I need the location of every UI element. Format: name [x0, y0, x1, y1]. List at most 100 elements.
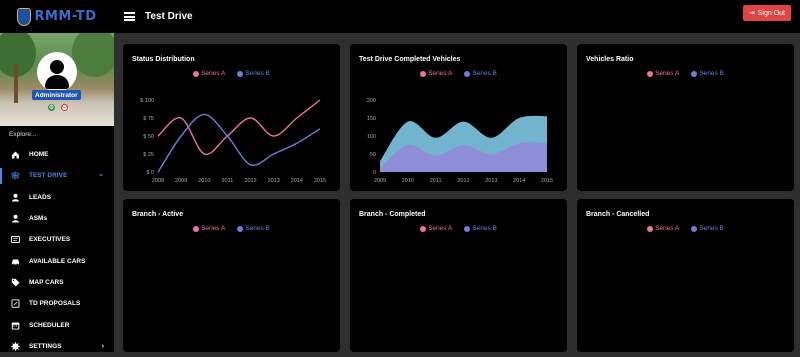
legend-item[interactable]: Series B	[464, 225, 497, 232]
legend-label: Series A	[201, 225, 226, 232]
x-tick-label: 2015	[314, 178, 326, 184]
card-branch-active: Branch - Active Series A Series B	[123, 199, 340, 352]
sidebar-item-label: SETTINGS	[29, 342, 62, 350]
sidebar-item-label: MAP CARS	[29, 278, 64, 286]
sidebar-item-label: LEADS	[29, 193, 52, 201]
legend-dot-icon	[237, 70, 244, 77]
id-card-icon	[10, 235, 20, 244]
avatar[interactable]	[37, 52, 77, 92]
page-title: Test Drive	[145, 11, 193, 22]
y-tick-label: $ 100	[140, 98, 154, 104]
x-tick-label: 2010	[198, 178, 210, 184]
legend-label: Series A	[201, 70, 226, 77]
chart-legend: Series A Series B	[350, 225, 567, 232]
top-bar: RMM-TD Test Drive ⇥ Sign Out	[0, 0, 800, 33]
legend-label: Series B	[699, 70, 724, 77]
x-tick-label: 2010	[402, 178, 414, 184]
x-tick-label: 2014	[513, 178, 525, 184]
legend-item[interactable]: Series A	[420, 225, 452, 232]
map-signs-icon	[10, 171, 20, 180]
card-title: Vehicles Ratio	[586, 56, 634, 63]
x-tick-label: 2015	[541, 178, 553, 184]
legend-label: Series A	[655, 225, 680, 232]
sidebar-item-available-cars[interactable]: AVAILABLE CARS	[0, 250, 114, 271]
legend-item[interactable]: Series B	[237, 225, 270, 232]
chart-legend: Series A Series B	[123, 70, 340, 77]
user-icon	[10, 214, 20, 223]
legend-item[interactable]: Series A	[420, 70, 452, 77]
legend-dot-icon	[691, 225, 698, 232]
legend-dot-icon	[464, 70, 471, 77]
sign-out-icon: ⇥	[748, 10, 755, 17]
chart-legend: Series A Series B	[577, 70, 794, 77]
legend-item[interactable]: Series B	[464, 70, 497, 77]
sidebar-nav: HOME TEST DRIVE ⌄ LEADS ASMs EXECUTIVES AVAILA…	[0, 144, 114, 357]
legend-dot-icon	[647, 70, 654, 77]
series-line-b	[157, 113, 321, 173]
sidebar-item-test-drive[interactable]: TEST DRIVE ⌄	[0, 165, 114, 186]
series-line-a	[157, 99, 321, 156]
legend-item[interactable]: Series A	[193, 225, 225, 232]
card-title: Branch - Active	[132, 211, 184, 218]
chart-legend: Series A Series B	[350, 70, 567, 77]
legend-dot-icon	[420, 70, 427, 77]
card-title: Test Drive Completed Vehicles	[359, 56, 461, 63]
sidebar-item-map-cars[interactable]: MAP CARS	[0, 272, 114, 293]
sidebar-item-label: AVAILABLE CARS	[29, 257, 86, 265]
legend-item[interactable]: Series A	[647, 225, 679, 232]
y-tick-label: $ 75	[143, 116, 154, 122]
x-tick-label: 2009	[175, 178, 187, 184]
sidebar-item-scheduler[interactable]: SCHEDULER	[0, 314, 114, 335]
gear-icon	[10, 342, 20, 351]
card-title: Status Distribution	[132, 56, 195, 63]
sidebar-item-label: HOME	[29, 151, 49, 159]
y-tick-label: $ 0	[146, 170, 154, 176]
card-title: Branch - Completed	[359, 211, 426, 218]
sign-out-button[interactable]: ⇥ Sign Out	[742, 5, 791, 21]
legend-label: Series A	[428, 70, 453, 77]
legend-item[interactable]: Series B	[691, 70, 724, 77]
legend-item[interactable]: Series B	[237, 70, 270, 77]
legend-label: Series B	[699, 225, 724, 232]
card-branch-cancelled: Branch - Cancelled Series A Series B	[577, 199, 794, 352]
chart-svg: 0 50 100 150 200 2009 2010 2011 2012 2013 2014 2015	[367, 98, 553, 184]
sidebar-item-executives[interactable]: EXECUTIVES	[0, 229, 114, 250]
profile-panel: Administrator ⚙ ⏻	[0, 33, 114, 126]
sidebar-item-asms[interactable]: ASMs	[0, 208, 114, 229]
legend-item[interactable]: Series B	[691, 225, 724, 232]
x-tick-label: 2011	[430, 178, 442, 184]
app-logo[interactable]: RMM-TD	[0, 0, 114, 33]
sidebar-item-settings[interactable]: SETTINGS ›	[0, 336, 114, 357]
sidebar-item-label: ASMs	[29, 215, 48, 223]
menu-toggle-icon[interactable]	[124, 12, 135, 21]
legend-item[interactable]: Series A	[193, 70, 225, 77]
x-tick-label: 2009	[374, 178, 386, 184]
power-icon[interactable]: ⏻	[61, 104, 68, 111]
explore-label: Explore...	[9, 131, 37, 138]
legend-dot-icon	[193, 70, 200, 77]
sidebar-item-td-proposals[interactable]: TD PROPOSALS	[0, 293, 114, 314]
sidebar-item-home[interactable]: HOME	[0, 144, 114, 165]
legend-dot-icon	[420, 225, 427, 232]
x-tick-label: 2011	[222, 178, 234, 184]
y-tick-label: $ 50	[143, 134, 154, 140]
sidebar-item-leads[interactable]: LEADS	[0, 187, 114, 208]
car-icon	[10, 257, 20, 266]
card-test-drive-completed: Test Drive Completed Vehicles Series A Ser…	[350, 44, 567, 191]
legend-label: Series B	[472, 70, 497, 77]
tag-icon	[10, 278, 20, 287]
profile-settings-icon[interactable]: ⚙	[48, 104, 55, 111]
logo-emblem-icon	[17, 7, 32, 26]
legend-item[interactable]: Series A	[647, 70, 679, 77]
chart-legend: Series A Series B	[577, 225, 794, 232]
card-vehicles-ratio: Vehicles Ratio Series A Series B	[577, 44, 794, 191]
legend-dot-icon	[464, 225, 471, 232]
y-tick-label: 100	[367, 134, 376, 140]
calendar-icon	[10, 321, 20, 330]
note-icon	[10, 299, 20, 308]
dashboard-content: Status Distribution Series A Series B $ 0 $ …	[114, 33, 800, 352]
card-title: Branch - Cancelled	[586, 211, 650, 218]
chart-svg: $ 0 $ 25 $ 50 $ 75 $ 100 2008 2009 2010 2011 2012…	[140, 98, 326, 184]
legend-label: Series A	[428, 225, 453, 232]
sidebar-item-label: TEST DRIVE	[29, 172, 68, 180]
